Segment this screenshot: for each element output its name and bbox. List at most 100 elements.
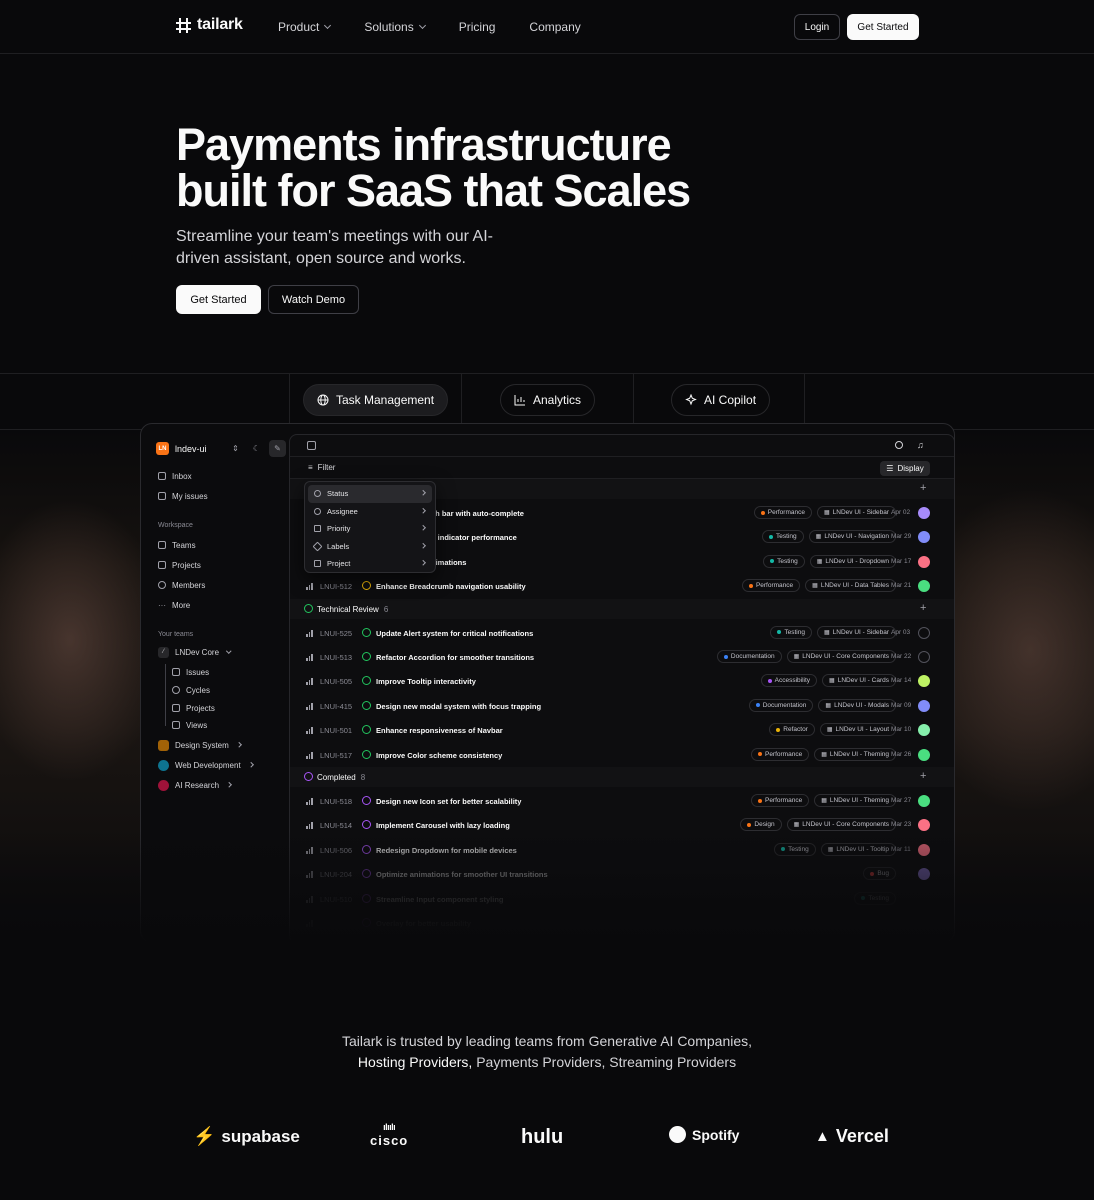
table-row[interactable]: LNUI-501 Enhance responsiveness of Navbar…: [290, 718, 954, 742]
issue-date: Mar 10: [891, 726, 912, 734]
project-icon: ▦: [823, 629, 830, 636]
team-sub-issues[interactable]: Issues: [172, 666, 209, 678]
brand-label: cisco: [370, 1133, 409, 1148]
avatar[interactable]: [918, 531, 930, 544]
avatar[interactable]: [918, 651, 930, 663]
nav-solutions[interactable]: Solutions: [364, 20, 426, 34]
plus-icon[interactable]: +: [920, 482, 926, 494]
sidebar-toggle-icon[interactable]: [307, 441, 316, 450]
table-row[interactable]: LNUI-513 Refactor Accordion for smoother …: [290, 645, 954, 669]
team-sub-cycles[interactable]: Cycles: [172, 684, 210, 696]
sidebar-item-more[interactable]: ··· More: [158, 599, 190, 611]
table-row[interactable]: LNUI-518 Design new Icon set for better s…: [290, 789, 954, 813]
team-label: Design System: [175, 740, 229, 750]
workspace-heading: Workspace: [158, 522, 193, 529]
hero-subtitle: Streamline your team's meetings with our…: [176, 228, 493, 267]
brand-logo[interactable]: tailark: [176, 16, 243, 34]
edit-icon[interactable]: ✎: [269, 440, 286, 457]
chevron-down-icon: [324, 21, 332, 30]
label-text: Performance: [767, 509, 805, 516]
brand-name: tailark: [197, 16, 243, 33]
avatar[interactable]: [918, 507, 930, 519]
nav-get-started-button[interactable]: Get Started: [847, 14, 919, 40]
moon-icon[interactable]: ☾: [248, 440, 265, 457]
tab-ai-copilot[interactable]: AI Copilot: [671, 384, 771, 416]
watch-demo-button[interactable]: Watch Demo: [268, 285, 359, 314]
issue-title: Enhance responsiveness of Navbar: [376, 726, 503, 736]
avatar[interactable]: [918, 675, 930, 688]
team-sub-views[interactable]: Views: [172, 719, 207, 731]
sidebar-item-members[interactable]: Members: [158, 579, 205, 591]
label-text: Performance: [755, 582, 794, 590]
table-row[interactable]: LNUI-415 Design new modal system with foc…: [290, 694, 954, 718]
project-badge: ▦ LNDev UI - Theming: [814, 747, 896, 761]
avatar[interactable]: [918, 724, 930, 737]
table-row[interactable]: LNUI-525 Update Alert system for critical…: [290, 621, 954, 645]
chart-icon: [514, 395, 525, 406]
team-sub-projects[interactable]: Projects: [172, 702, 215, 714]
group-title: Technical Review: [317, 604, 379, 614]
project-text: LNDev UI - Theming: [829, 750, 889, 758]
project-badge: ▦ LNDev UI - Cards: [822, 674, 896, 688]
priority-bars-icon: [306, 751, 313, 759]
issue-id: LNUI-512: [320, 582, 353, 592]
tab-task-management[interactable]: Task Management: [303, 384, 449, 416]
sidebar-item-my-issues[interactable]: My issues: [158, 490, 208, 502]
nav-company[interactable]: Company: [529, 20, 580, 34]
priority-bars-icon: [306, 702, 313, 710]
search-icon[interactable]: [895, 441, 903, 449]
dropdown-item-status[interactable]: Status: [308, 485, 432, 503]
table-row[interactable]: LNUI-512 Enhance Breadcrumb navigation us…: [290, 574, 954, 598]
nav-pricing[interactable]: Pricing: [459, 20, 496, 34]
issue-id: LNUI-525: [320, 628, 353, 638]
chevrons-updown-icon[interactable]: ⇕: [227, 440, 244, 457]
label-text: Performance: [764, 797, 803, 804]
issue-date: Mar 23: [891, 821, 912, 829]
project-icon: ▦: [812, 583, 818, 590]
dropdown-item-project[interactable]: Project: [308, 555, 432, 573]
issue-tags: Refactor ▦ LNDev UI - Layout: [769, 723, 896, 737]
team-ai-research[interactable]: AI Research: [158, 779, 232, 791]
table-row[interactable]: LNUI-517 Improve Color scheme consistency…: [290, 743, 954, 767]
hash-logo-icon: [176, 17, 191, 33]
project-icon: ▦: [793, 822, 800, 829]
bell-icon[interactable]: ♫: [917, 440, 924, 450]
plus-icon[interactable]: +: [920, 602, 926, 614]
team-web-development[interactable]: Web Development: [158, 759, 253, 771]
filter-button[interactable]: ≡ Filter: [308, 463, 335, 472]
avatar[interactable]: [918, 555, 930, 568]
brand-label: Spotify: [692, 1126, 740, 1143]
status-icon: [304, 772, 313, 781]
team-design-system[interactable]: Design System: [158, 739, 242, 751]
nav-product[interactable]: Product: [278, 20, 332, 34]
sidebar-item-teams[interactable]: Teams: [158, 539, 196, 551]
tab-analytics[interactable]: Analytics: [500, 384, 596, 416]
login-button[interactable]: Login: [794, 14, 840, 40]
avatar[interactable]: [918, 699, 930, 712]
display-button[interactable]: ☰ Display: [880, 461, 930, 476]
team-lndev-core[interactable]: ⁄ LNDev Core: [158, 646, 232, 658]
issue-tags: Performance ▦ LNDev UI - Theming: [750, 747, 896, 761]
status-icon: [362, 749, 371, 759]
dropdown-label: Project: [327, 559, 351, 569]
dropdown-item-assignee[interactable]: Assignee: [308, 503, 432, 521]
sidebar-item-inbox[interactable]: Inbox: [158, 470, 192, 482]
project-icon: ▦: [825, 702, 832, 709]
issue-title: nimations: [431, 557, 467, 567]
project-badge: ▦ LNDev UI - Data Tables: [805, 579, 896, 593]
table-row[interactable]: LNUI-505 Improve Tooltip interactivity Acc…: [290, 669, 954, 693]
avatar[interactable]: [918, 795, 930, 807]
bolt-icon: ⚡: [193, 1126, 216, 1146]
workspace-switcher[interactable]: LN lndev-ui: [156, 442, 207, 455]
avatar[interactable]: [918, 748, 930, 761]
issue-tags: Documentation ▦ LNDev UI - Modals: [748, 698, 896, 712]
hero-get-started-button[interactable]: Get Started: [176, 285, 261, 314]
issue-date: Mar 14: [891, 677, 912, 685]
avatar[interactable]: [918, 626, 930, 639]
sidebar-item-projects[interactable]: Projects: [158, 559, 201, 571]
dropdown-item-labels[interactable]: Labels: [308, 538, 432, 556]
dropdown-item-priority[interactable]: Priority: [308, 520, 432, 538]
avatar[interactable]: [918, 580, 930, 593]
label-text: Testing: [776, 533, 797, 541]
plus-icon[interactable]: +: [920, 770, 926, 782]
